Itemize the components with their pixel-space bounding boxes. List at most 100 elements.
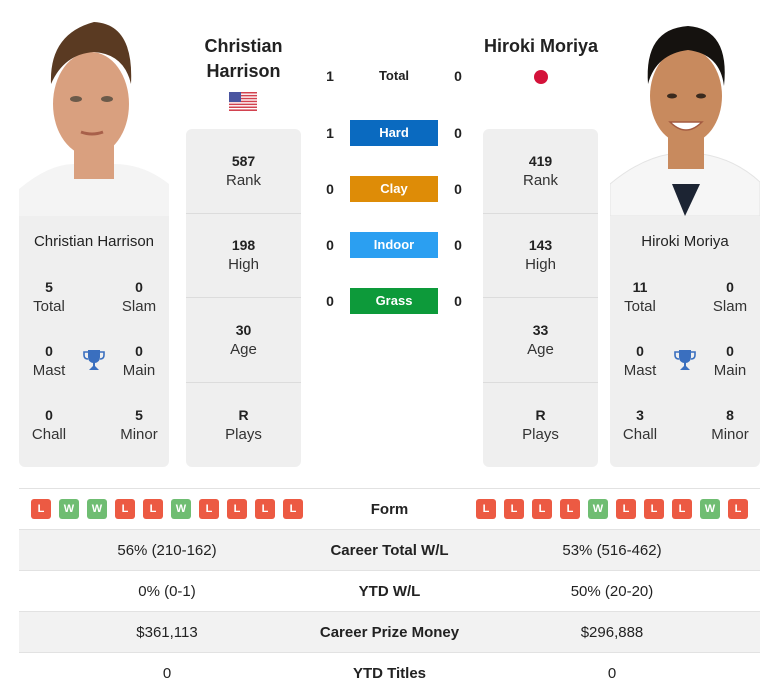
h2h-right-count: 0	[454, 68, 462, 84]
form-badge-loss[interactable]: L	[560, 499, 580, 519]
titles-value: 3	[636, 407, 644, 423]
form-badge-loss[interactable]: L	[283, 499, 303, 519]
surface-badge-grass[interactable]: Grass	[350, 288, 438, 314]
stat-value: 587	[231, 152, 256, 169]
titles-value: 0	[726, 279, 734, 295]
h2h-right-count: 0	[454, 181, 462, 197]
titles-slam: 0 Slam	[109, 277, 169, 317]
form-badge-loss[interactable]: L	[143, 499, 163, 519]
player-photo-right	[610, 14, 760, 216]
form-badge-loss[interactable]: L	[616, 499, 636, 519]
h2h-right-count: 0	[454, 237, 462, 253]
player-name-left[interactable]: Christian Harrison	[186, 34, 301, 84]
player-name-left-line2: Harrison	[206, 61, 281, 81]
titles-total: 5 Total	[19, 277, 79, 317]
form-badge-loss[interactable]: L	[115, 499, 135, 519]
h2h-row-clay: 0 Clay 0	[320, 176, 470, 202]
form-badge-loss[interactable]: L	[199, 499, 219, 519]
h2h-right-count: 0	[454, 293, 462, 309]
stat-age-right: 33 Age	[483, 298, 598, 383]
titles-chall: 0 Chall	[19, 405, 79, 445]
ytd-titles-left: 0	[162, 665, 172, 682]
titles-label: Main	[713, 362, 747, 379]
stat-high-left: 198 High	[186, 214, 301, 298]
us-flag-icon	[229, 92, 257, 111]
stat-label: Age	[230, 340, 257, 358]
form-badge-loss[interactable]: L	[728, 499, 748, 519]
titles-value: 0	[45, 343, 53, 359]
stat-plays-right: R Plays	[483, 383, 598, 468]
h2h-row-total: 1 Total 0	[320, 63, 470, 89]
surface-badge-hard[interactable]: Hard	[350, 120, 438, 146]
row-ytd-wl: 0% (0-1) YTD W/L 50% (20-20)	[19, 571, 760, 612]
player-photo-left	[19, 14, 169, 216]
titles-label: Main	[122, 362, 156, 379]
surface-badge-clay[interactable]: Clay	[350, 176, 438, 202]
player-name-right[interactable]: Hiroki Moriya	[470, 34, 612, 59]
stat-label: Plays	[225, 425, 262, 443]
titles-minor: 8 Minor	[700, 405, 760, 445]
form-badge-win[interactable]: W	[171, 499, 191, 519]
titles-card-left: Christian Harrison 5 Total 0 Slam 0 Mast…	[19, 216, 169, 467]
h2h-row-indoor: 0 Indoor 0	[320, 232, 470, 258]
stat-value: 419	[528, 152, 553, 169]
titles-label: Minor	[120, 426, 158, 443]
titles-value: 0	[135, 279, 143, 295]
titles-label: Total	[624, 298, 656, 315]
stat-rank-right: 419 Rank	[483, 129, 598, 214]
stat-value: 143	[528, 237, 553, 254]
form-left: LWWLLWLLLL	[19, 499, 315, 519]
surface-badge-indoor[interactable]: Indoor	[350, 232, 438, 258]
ytd-titles-label: YTD Titles	[352, 665, 427, 682]
titles-total: 11 Total	[610, 277, 670, 317]
titles-label: Mast	[623, 362, 657, 379]
form-badge-loss[interactable]: L	[476, 499, 496, 519]
form-badge-win[interactable]: W	[59, 499, 79, 519]
ytd-titles-right: 0	[607, 665, 617, 682]
h2h-left-count: 0	[326, 293, 334, 309]
titles-label: Slam	[121, 298, 157, 315]
h2h-right-count: 0	[454, 125, 462, 141]
stat-high-right: 143 High	[483, 214, 598, 298]
form-badge-win[interactable]: W	[700, 499, 720, 519]
h2h-label-total: Total	[378, 68, 410, 83]
form-badge-loss[interactable]: L	[672, 499, 692, 519]
titles-main: 0 Main	[700, 341, 760, 381]
form-badge-loss[interactable]: L	[504, 499, 524, 519]
player-name-left-line1: Christian	[204, 36, 283, 56]
form-badge-loss[interactable]: L	[227, 499, 247, 519]
titles-label: Chall	[622, 426, 658, 443]
career-prize-money-left: $361,113	[136, 623, 198, 641]
titles-label: Minor	[711, 426, 749, 443]
career-total-wl-right: 53% (516-462)	[562, 541, 662, 559]
trophy-icon	[83, 350, 105, 370]
stat-label: Rank	[225, 171, 262, 189]
h2h-left-count: 0	[326, 237, 334, 253]
form-badge-win[interactable]: W	[588, 499, 608, 519]
stats-column-left: 587 Rank 198 High 30 Age R Plays	[186, 129, 301, 467]
h2h-left-count: 0	[326, 181, 334, 197]
form-badge-loss[interactable]: L	[532, 499, 552, 519]
stat-label: High	[525, 256, 556, 274]
titles-mast: 0 Mast	[19, 341, 79, 381]
form-badges-left: LWWLLWLLLL	[19, 499, 315, 519]
row-career-prize-money: $361,113 Career Prize Money $296,888	[19, 612, 760, 653]
player-photo-christian-harrison	[19, 14, 169, 216]
form-label: Form	[370, 500, 409, 518]
japan-flag-icon	[534, 70, 548, 84]
trophy-icon	[674, 350, 696, 370]
titles-label: Mast	[32, 362, 66, 379]
titles-value: 5	[45, 279, 53, 295]
career-total-wl-left: 56% (210-162)	[117, 541, 217, 559]
titles-mast: 0 Mast	[610, 341, 670, 381]
stat-plays-left: R Plays	[186, 383, 301, 468]
ytd-wl-right: 50% (20-20)	[570, 582, 654, 600]
form-badge-loss[interactable]: L	[644, 499, 664, 519]
titles-chall: 3 Chall	[610, 405, 670, 445]
form-badge-win[interactable]: W	[87, 499, 107, 519]
titles-label: Total	[33, 298, 65, 315]
form-badge-loss[interactable]: L	[31, 499, 51, 519]
form-badge-loss[interactable]: L	[255, 499, 275, 519]
h2h-left-count: 1	[326, 68, 334, 84]
row-ytd-titles: 0 YTD Titles 0	[19, 653, 760, 694]
